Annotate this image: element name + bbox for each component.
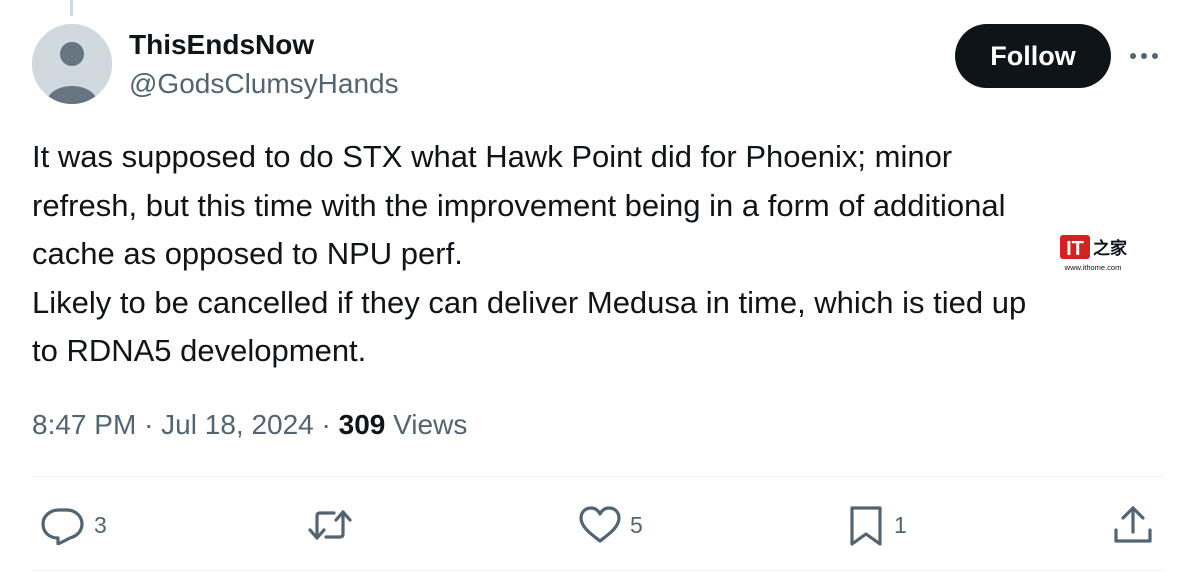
bookmark-count: 1 (894, 511, 907, 538)
default-avatar-icon (32, 24, 112, 104)
follow-button[interactable]: Follow (955, 24, 1111, 88)
like-button[interactable]: 5 (578, 503, 643, 547)
tweet-text-line: Likely to be cancelled if they can deliv… (32, 284, 1027, 320)
svg-text:www.ithome.com: www.ithome.com (1064, 263, 1122, 272)
divider (32, 476, 1164, 477)
svg-text:IT: IT (1066, 238, 1084, 260)
avatar[interactable] (32, 24, 112, 104)
share-button[interactable] (1112, 503, 1154, 547)
reply-count: 3 (94, 511, 107, 538)
author-handle[interactable]: @GodsClumsyHands (129, 67, 399, 101)
bookmark-button[interactable]: 1 (846, 503, 907, 547)
views-label: Views (393, 409, 468, 440)
tweet-text-line: refresh, but this time with the improvem… (32, 187, 1006, 223)
divider (32, 570, 1164, 571)
more-options-button[interactable] (1124, 40, 1164, 72)
meta-separator: · (321, 409, 331, 440)
ithome-watermark-logo: IT 之家 www.ithome.com (1058, 233, 1132, 273)
reply-button[interactable]: 3 (40, 503, 107, 547)
svg-text:之家: 之家 (1093, 238, 1127, 259)
retweet-button[interactable] (306, 503, 362, 547)
bookmark-icon (850, 506, 882, 546)
reply-icon (41, 508, 84, 545)
retweet-icon (308, 510, 352, 540)
tweet-text-line: cache as opposed to NPU perf. (32, 236, 463, 271)
meta-separator: · (144, 409, 154, 440)
tweet-time[interactable]: 8:47 PM (32, 409, 136, 440)
author-display-name[interactable]: ThisEndsNow (129, 28, 314, 62)
more-icon (1130, 53, 1158, 59)
share-icon (1114, 506, 1152, 543)
views-count: 309 (338, 409, 386, 440)
tweet-text: It was supposed to do STX what Hawk Poin… (32, 133, 1172, 376)
tweet-text-line: It was supposed to do STX what Hawk Poin… (32, 139, 953, 174)
tweet-text-line: to RDNA5 development. (32, 333, 367, 368)
tweet-date[interactable]: Jul 18, 2024 (161, 409, 314, 440)
tweet-meta: 8:47 PM · Jul 18, 2024 · 309 Views (32, 406, 467, 444)
thread-connector-line (70, 0, 73, 16)
heart-icon (579, 506, 621, 543)
like-count: 5 (630, 511, 643, 538)
